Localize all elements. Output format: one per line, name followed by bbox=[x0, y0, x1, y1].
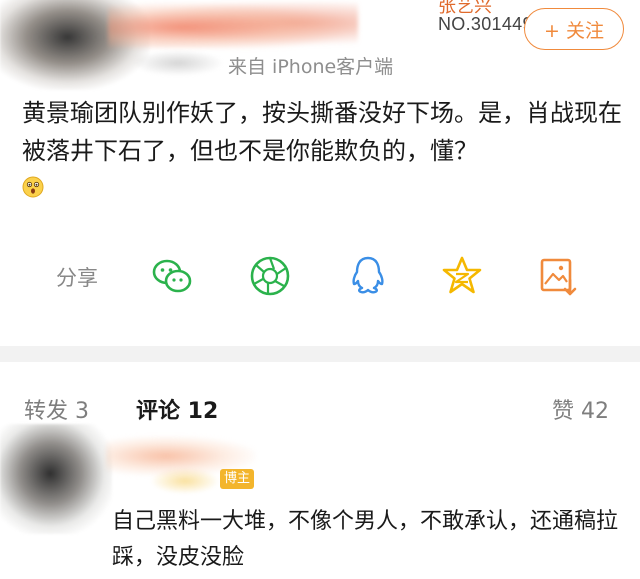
tab-repost[interactable]: 转发 3 bbox=[24, 393, 89, 425]
save-image-icon[interactable] bbox=[536, 254, 580, 298]
post-time-blurred bbox=[132, 50, 224, 76]
post-source: 来自 iPhone客户端 bbox=[228, 56, 394, 78]
qzone-share-icon[interactable] bbox=[440, 254, 484, 298]
commenter-level-blurred bbox=[150, 468, 220, 494]
commenter-avatar[interactable] bbox=[0, 424, 112, 534]
fan-badge-number: NO.301449 bbox=[438, 14, 533, 34]
tab-comments[interactable]: 评论 12 bbox=[136, 393, 218, 425]
qq-share-icon[interactable] bbox=[346, 254, 390, 298]
weibo-post-screen: 来自 iPhone客户端 张艺兴 NO.301449 + 关注 黄景瑜团队别作妖… bbox=[0, 0, 640, 579]
tab-likes[interactable]: 赞 42 bbox=[552, 393, 609, 425]
moments-share-icon[interactable] bbox=[248, 254, 292, 298]
share-label: 分享 bbox=[56, 266, 98, 290]
author-badge: 博主 bbox=[220, 469, 255, 489]
section-divider bbox=[0, 346, 640, 362]
comment-text: 自己黑料一大堆，不像个男人，不敢承认，还通稿拉踩，没皮没脸 bbox=[112, 509, 619, 570]
author-name-blurred bbox=[108, 2, 358, 48]
post-text: 黄景瑜团队别作妖了，按头撕番没好下场。是，肖战现在被落井下石了，但也不是你能欺负… bbox=[22, 99, 622, 165]
follow-button[interactable]: + 关注 bbox=[524, 8, 624, 50]
surprised-face-icon bbox=[22, 176, 44, 198]
wechat-share-icon[interactable] bbox=[150, 254, 194, 298]
